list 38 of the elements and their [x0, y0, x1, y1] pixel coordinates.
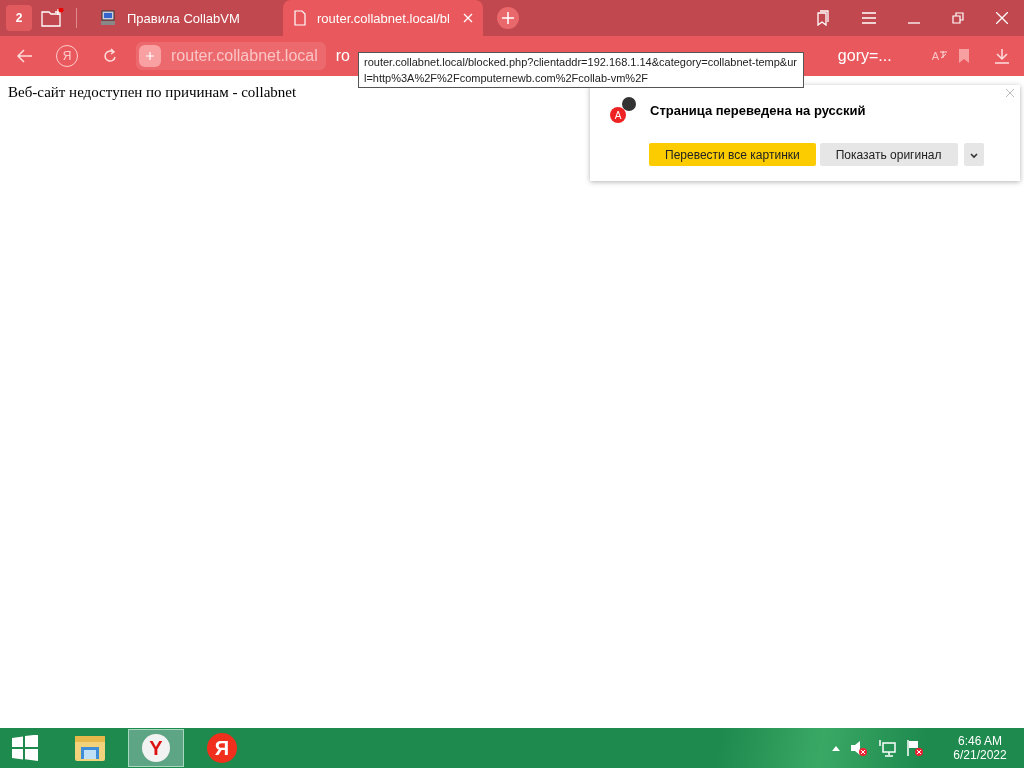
new-tab-button[interactable]	[497, 7, 519, 29]
glyph-icon	[939, 50, 948, 59]
page-message: Веб-сайт недоступен по причинам - collabnet	[8, 84, 297, 101]
popup-title: Страница переведена на русский	[650, 102, 866, 118]
show-hidden-icon[interactable]	[832, 745, 840, 751]
close-tab-icon[interactable]	[463, 13, 473, 23]
new-folder-icon[interactable]	[40, 8, 64, 28]
computer-icon	[99, 9, 117, 27]
reload-icon[interactable]	[102, 48, 118, 64]
flag-icon[interactable]	[906, 739, 924, 757]
volume-muted-icon[interactable]	[850, 739, 868, 757]
popup-button[interactable]: Перевести все картинки	[649, 143, 816, 166]
folder-icon	[73, 733, 107, 763]
start-icon[interactable]	[12, 735, 38, 761]
popup-button[interactable]: Показать оригинал	[819, 143, 958, 166]
bookmark-icon[interactable]	[958, 48, 970, 64]
address-text[interactable]: gory=...	[837, 47, 892, 65]
browser-tab[interactable]: router.collabnet.local/bl	[283, 0, 483, 36]
clock-time[interactable]: 6:46 AM	[958, 734, 1002, 748]
more-options-button[interactable]	[963, 143, 984, 166]
menu-icon[interactable]	[862, 12, 876, 24]
bookmarks-icon[interactable]	[814, 10, 830, 26]
taskbar-app[interactable]: Я	[194, 729, 250, 767]
caret-icon	[969, 152, 978, 159]
translate-button[interactable]: A	[931, 50, 948, 62]
download-icon[interactable]	[994, 48, 1010, 64]
taskbar-app[interactable]: Y	[128, 729, 184, 767]
plus-icon	[502, 12, 514, 24]
address-text[interactable]: ro	[335, 47, 350, 65]
network-icon[interactable]	[878, 739, 896, 757]
restore-icon[interactable]	[952, 12, 964, 24]
back-icon[interactable]	[16, 49, 32, 63]
tab-counter[interactable]: 2	[6, 5, 32, 31]
clock-date[interactable]: 6/21/2022	[953, 748, 1007, 762]
page-icon	[293, 10, 307, 26]
url-tooltip: router.collabnet.local/blocked.php?clientaddr=192.168.1.14&category=collabnet-temp&url=http%3A%2F%2Fcomputernewb.com%2Fcollab-vm%2F	[358, 52, 804, 88]
browser-tab[interactable]: Правила CollabVM	[89, 0, 277, 36]
site-icon[interactable]	[139, 45, 161, 67]
